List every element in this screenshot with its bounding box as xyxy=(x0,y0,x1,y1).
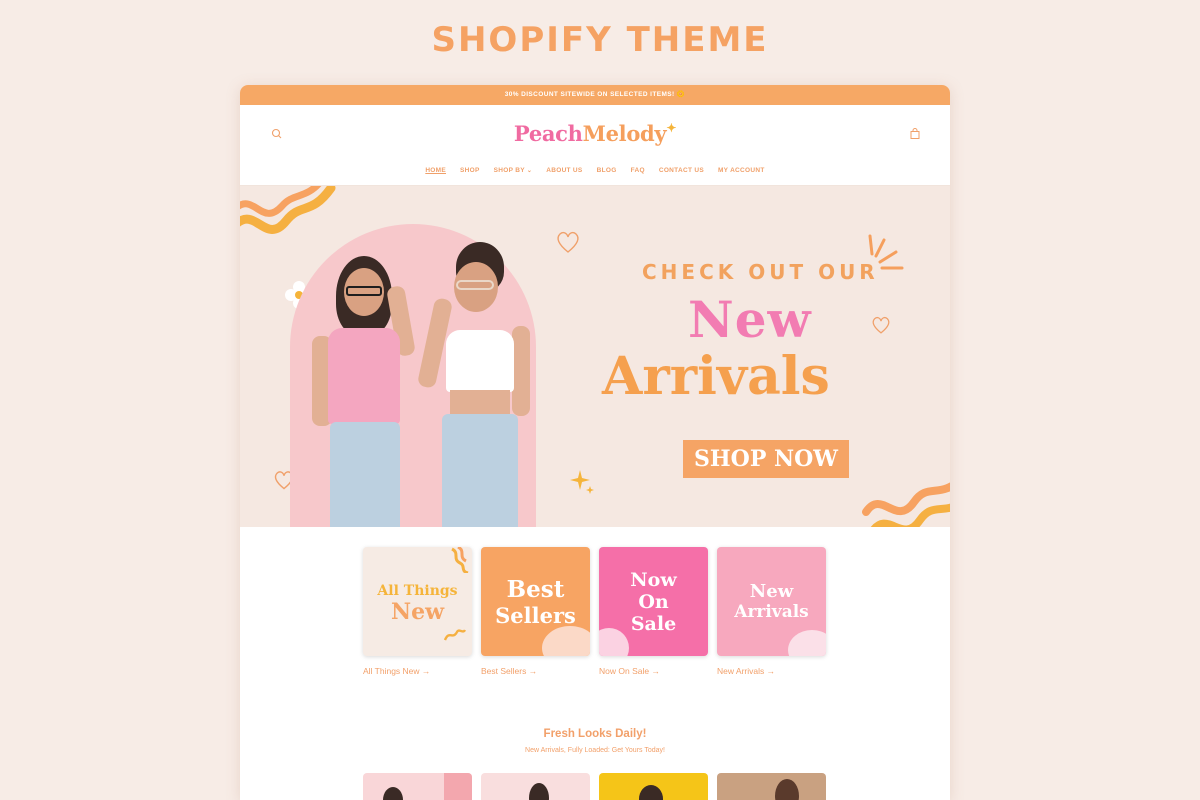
product-card-image[interactable] xyxy=(717,773,826,800)
collection-card-line2: New xyxy=(390,598,445,625)
nav-my-account[interactable]: MY ACCOUNT xyxy=(718,167,765,174)
collection-card-line2: Sellers xyxy=(495,602,576,628)
nav-contact-us[interactable]: CONTACT US xyxy=(659,167,704,174)
nav-home[interactable]: HOME xyxy=(425,167,446,174)
fresh-looks-title: Fresh Looks Daily! xyxy=(543,728,647,740)
hero-title-line1: New xyxy=(688,290,812,349)
main-nav: HOME SHOP SHOP BY ⌄ ABOUT US BLOG FAQ CON… xyxy=(240,167,950,174)
collection-link-now-on-sale[interactable]: Now On Sale → xyxy=(599,666,708,676)
announcement-bar: 30% DISCOUNT SITEWIDE ON SELECTED ITEMS!… xyxy=(240,85,950,105)
nav-shop[interactable]: SHOP xyxy=(460,167,480,174)
collection-item: Now On Sale Now On Sale → xyxy=(599,547,708,676)
model-right-image xyxy=(416,242,546,527)
collection-item: New Arrivals New Arrivals → xyxy=(717,547,826,676)
model-left-image xyxy=(306,256,426,527)
star-sparkle-icon xyxy=(570,470,594,494)
logo-text-part1: Peach xyxy=(513,121,583,146)
squiggle-icon xyxy=(444,629,466,641)
store-header: PeachMelody✦ HOME SHOP SHOP BY ⌄ ABOUT US… xyxy=(240,105,950,186)
squiggle-bottom-right-icon xyxy=(862,482,950,527)
collection-link-best-sellers[interactable]: Best Sellers → xyxy=(481,666,590,676)
nav-blog[interactable]: BLOG xyxy=(597,167,617,174)
collection-link-new-arrivals[interactable]: New Arrivals → xyxy=(717,666,826,676)
shop-now-button[interactable]: SHOP NOW xyxy=(683,440,849,478)
collection-card-line1: All Things xyxy=(377,582,458,599)
collection-card-line1: Best xyxy=(506,575,565,603)
collection-item: Best Sellers Best Sellers → xyxy=(481,547,590,676)
nav-shop-by-label: SHOP BY xyxy=(493,167,525,174)
product-card-image[interactable] xyxy=(363,773,472,800)
collection-card-line2: Arrivals xyxy=(734,602,809,622)
logo-text-part2: Melody xyxy=(582,121,667,146)
fresh-looks-subtitle: New Arrivals, Fully Loaded: Get Yours To… xyxy=(525,747,665,754)
cart-icon[interactable] xyxy=(908,127,922,141)
squiggle-icon xyxy=(451,547,469,573)
hero-banner: CHECK OUT OUR New Arrivals SHOP NOW xyxy=(240,186,950,527)
hero-pretitle: CHECK OUT OUR xyxy=(642,260,879,284)
product-card-image[interactable] xyxy=(481,773,590,800)
brand-logo[interactable]: PeachMelody✦ xyxy=(240,121,950,146)
product-grid xyxy=(363,773,826,800)
collection-card-line3: Sale xyxy=(630,612,677,635)
squiggle-top-left-icon xyxy=(240,186,336,234)
collection-card-all-things-new[interactable]: All Things New xyxy=(363,547,472,656)
heart-doodle-icon xyxy=(557,231,579,253)
collection-card-new-arrivals[interactable]: New Arrivals xyxy=(717,547,826,656)
collection-card-line2: On xyxy=(638,590,669,613)
collection-grid: All Things New All Things New → Best Sel… xyxy=(363,547,826,676)
product-card-image[interactable] xyxy=(599,773,708,800)
chevron-down-icon: ⌄ xyxy=(526,168,533,174)
nav-about-us[interactable]: ABOUT US xyxy=(546,167,582,174)
collection-item: All Things New All Things New → xyxy=(363,547,472,676)
logo-sparkle-icon: ✦ xyxy=(666,121,677,135)
hero-title-line2: Arrivals xyxy=(602,346,830,407)
collection-card-best-sellers[interactable]: Best Sellers xyxy=(481,547,590,656)
heart-doodle-icon xyxy=(872,316,890,334)
collection-card-now-on-sale[interactable]: Now On Sale xyxy=(599,547,708,656)
collection-card-line1: Now xyxy=(630,568,677,591)
page-heading: SHOPIFY THEME xyxy=(431,20,769,60)
collection-card-line1: New xyxy=(749,581,794,602)
collection-link-all-things-new[interactable]: All Things New → xyxy=(363,666,472,676)
nav-faq[interactable]: FAQ xyxy=(631,167,645,174)
nav-shop-by[interactable]: SHOP BY ⌄ xyxy=(494,167,533,174)
store-window: 30% DISCOUNT SITEWIDE ON SELECTED ITEMS!… xyxy=(240,85,950,800)
